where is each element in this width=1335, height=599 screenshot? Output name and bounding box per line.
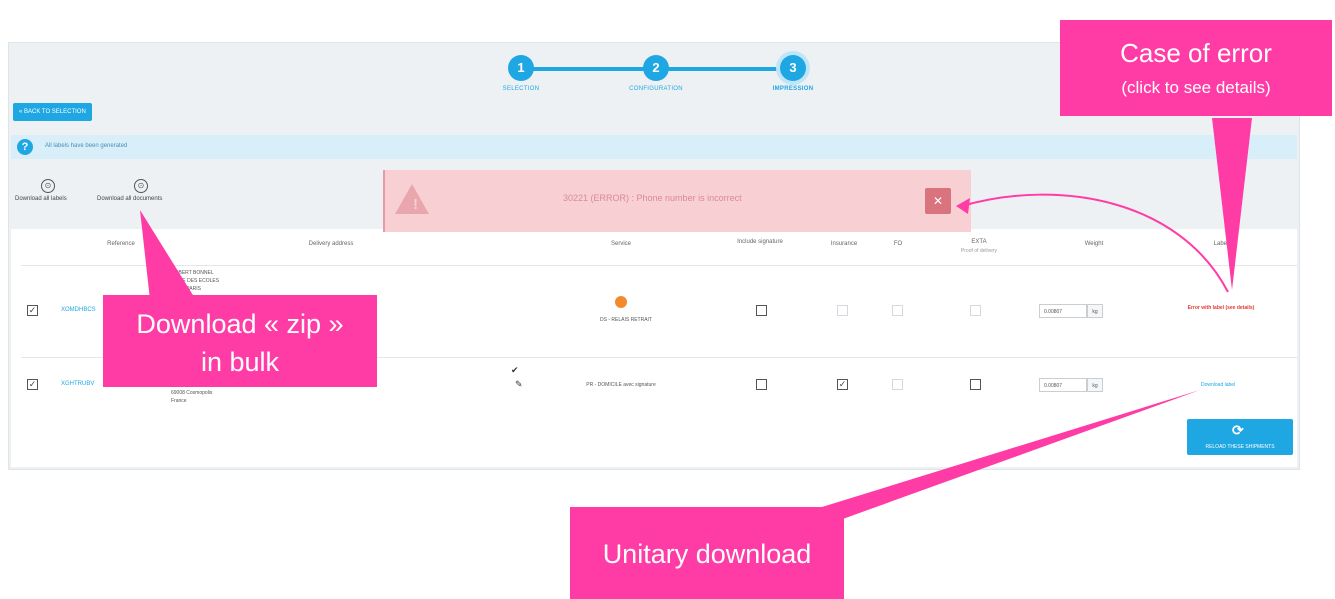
bulk-line-1: Download « zip » [136,309,344,339]
unitary-callout: Unitary download [570,507,844,599]
bulk-callout: Download « zip » in bulk [103,295,377,387]
case-error-callout: Case of error (click to see details) [1060,20,1332,116]
case-error-arrow [1212,118,1252,290]
case-error-subtitle: (click to see details) [1121,78,1271,97]
case-error-arrowhead [956,198,970,214]
case-error-curve [961,193,1229,293]
case-error-title: Case of error [1120,38,1272,68]
unitary-arrow [780,390,1200,520]
unitary-text: Unitary download [602,539,812,569]
bulk-line-2: in bulk [200,347,280,377]
bulk-arrow [140,210,196,300]
